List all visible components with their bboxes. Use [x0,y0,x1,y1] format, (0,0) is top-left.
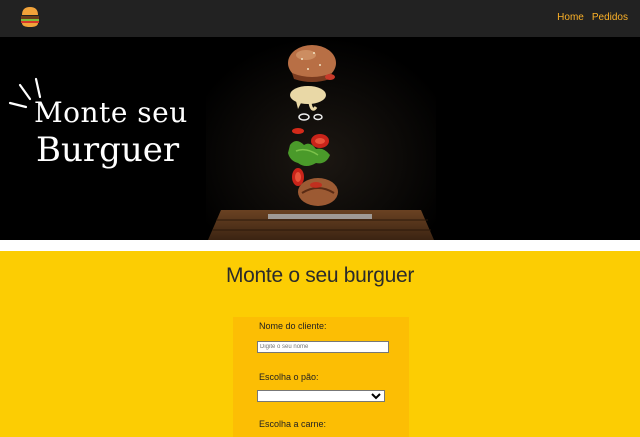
section-divider [0,240,640,251]
hero-title: Monte seu Burguer [34,96,188,170]
meat-label: Escolha a carne: [259,419,327,429]
burger-form: Nome do cliente: Escolha o pão: Escolha … [233,317,409,437]
hero-title-line2: Burguer [36,130,180,170]
nav-links: Home Pedidos [557,12,628,23]
nav-home-link[interactable]: Home [557,12,584,23]
main-section: Monte o seu burguer Nome do cliente: Esc… [0,251,640,437]
navbar: Home Pedidos [0,0,640,37]
bread-select[interactable] [257,390,385,402]
page-title: Monte o seu burguer [225,264,415,287]
hero-burger-image [206,37,436,240]
burger-logo-icon[interactable] [20,6,40,28]
nav-pedidos-link[interactable]: Pedidos [592,12,628,23]
name-label: Nome do cliente: [259,321,327,331]
hero-banner: Monte seu Burguer [0,37,640,240]
hero-title-line1: Monte seu [34,96,188,129]
name-input[interactable] [257,341,389,353]
bread-label: Escolha o pão: [259,372,319,382]
